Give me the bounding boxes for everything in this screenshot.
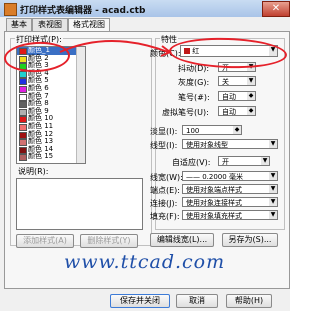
plot-style-editor-window: 打印样式表编辑器 - acad.ctb ✕ 基本 表视图 格式视图 打印样式(P… (0, 0, 290, 311)
annotation-arrow (59, 40, 172, 57)
